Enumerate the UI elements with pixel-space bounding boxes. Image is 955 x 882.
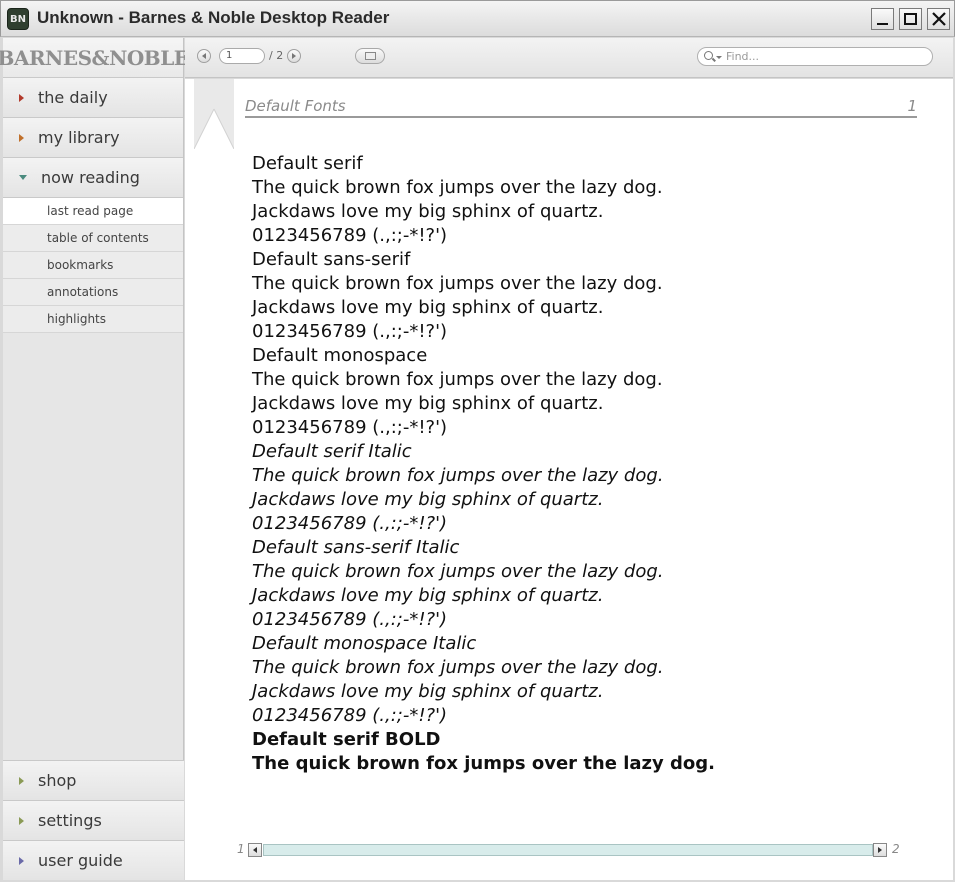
book-line-italic: Jackdaws love my big sphinx of quartz. [252, 585, 604, 606]
page-view-icon [364, 52, 376, 60]
book-line: Jackdaws love my big sphinx of quartz. [252, 201, 604, 222]
chevron-right-icon [19, 133, 24, 142]
book-line-italic: Default sans-serif Italic [252, 537, 460, 558]
book-line-italic: Jackdaws love my big sphinx of quartz. [252, 681, 604, 702]
book-line: Default serif [252, 153, 363, 174]
sidebar-item-shop[interactable]: shop [3, 760, 184, 800]
book-line-italic: Default monospace Italic [252, 633, 477, 654]
scrubber-end-label: 2 [892, 842, 900, 856]
book-text: Default serif The quick brown fox jumps … [252, 152, 892, 776]
sidebar-subitem-last-read-page[interactable]: last read page [3, 198, 183, 225]
brand-logo: BARNES&NOBLE [0, 38, 189, 78]
bookmark-ribbon-icon[interactable] [194, 79, 234, 149]
book-line-bold: Default serif BOLD [252, 729, 441, 750]
book-line-italic: 0123456789 (.,:;-*!?') [252, 609, 448, 630]
minimize-button[interactable] [871, 8, 894, 30]
sidebar-item-now-reading[interactable]: now reading [3, 158, 183, 198]
book-line-bold: The quick brown fox jumps over the lazy … [252, 753, 715, 774]
sidebar-bottom-nav: shop settings user guide [3, 760, 184, 880]
sidebar-subitem-bookmarks[interactable]: bookmarks [3, 252, 183, 279]
chevron-right-icon [19, 776, 24, 785]
page-header-number: 1 [907, 97, 917, 115]
page-total: / 2 [269, 49, 284, 62]
reading-pane[interactable]: Default Fonts 1 Default serif The quick … [185, 79, 953, 880]
title-bar: BN Unknown - Barnes & Noble Desktop Read… [0, 0, 955, 37]
book-line-italic: 0123456789 (.,:;-*!?') [252, 513, 448, 534]
book-line: The quick brown fox jumps over the lazy … [252, 177, 663, 198]
search-options-caret-icon[interactable] [716, 56, 722, 59]
chevron-right-icon [19, 816, 24, 825]
next-page-button[interactable] [287, 49, 301, 63]
book-line-italic: The quick brown fox jumps over the lazy … [252, 561, 664, 582]
sidebar-subitem-table-of-contents[interactable]: table of contents [3, 225, 183, 252]
sidebar-item-user-guide[interactable]: user guide [3, 840, 184, 880]
scrubber-start-label: 1 [237, 842, 245, 856]
sidebar-item-the-daily[interactable]: the daily [3, 78, 183, 118]
book-line-italic: The quick brown fox jumps over the lazy … [252, 657, 664, 678]
scrubber-track[interactable] [263, 844, 873, 856]
book-line-italic: Jackdaws love my big sphinx of quartz. [252, 489, 604, 510]
previous-page-button[interactable] [197, 49, 211, 63]
toolbar: 1 / 2 [185, 38, 953, 78]
book-line: Jackdaws love my big sphinx of quartz. [252, 297, 604, 318]
sidebar-item-label: shop [38, 771, 77, 790]
window-title: Unknown - Barnes & Noble Desktop Reader [37, 8, 390, 27]
search-input[interactable] [726, 49, 926, 64]
arrow-right-icon [292, 53, 296, 59]
sidebar-item-label: settings [38, 811, 102, 830]
book-line-italic: Default serif Italic [252, 441, 412, 462]
book-line: The quick brown fox jumps over the lazy … [252, 273, 663, 294]
sidebar-item-label: user guide [38, 851, 123, 870]
book-line: 0123456789 (.,:;-*!?') [252, 417, 448, 438]
chevron-right-icon [19, 93, 24, 102]
page-header-title: Default Fonts [245, 97, 346, 115]
scrubber-right-button[interactable] [873, 843, 887, 857]
sidebar-subitem-annotations[interactable]: annotations [3, 279, 183, 306]
page-header: Default Fonts 1 [245, 97, 917, 118]
book-line: 0123456789 (.,:;-*!?') [252, 225, 448, 246]
arrow-right-icon [878, 847, 882, 853]
book-line: Default sans-serif [252, 249, 411, 270]
page-number-input[interactable]: 1 [219, 48, 265, 64]
book-line: Default monospace [252, 345, 428, 366]
chevron-down-icon [19, 175, 27, 180]
maximize-button[interactable] [899, 8, 922, 30]
search-icon[interactable] [704, 51, 713, 60]
book-line: 0123456789 (.,:;-*!?') [252, 321, 448, 342]
sidebar-item-my-library[interactable]: my library [3, 118, 183, 158]
minimize-icon [877, 23, 888, 25]
book-line-italic: The quick brown fox jumps over the lazy … [252, 465, 664, 486]
chevron-right-icon [19, 856, 24, 865]
sidebar-item-settings[interactable]: settings [3, 800, 184, 840]
view-mode-button[interactable] [355, 48, 385, 64]
arrow-left-icon [202, 53, 206, 59]
arrow-left-icon [253, 847, 257, 853]
book-line-italic: 0123456789 (.,:;-*!?') [252, 705, 448, 726]
sidebar-item-label: the daily [38, 88, 108, 107]
close-button[interactable] [927, 8, 950, 30]
close-icon [931, 12, 946, 26]
search-box[interactable] [697, 47, 933, 66]
sidebar-item-label: now reading [41, 168, 140, 187]
sidebar-item-label: my library [38, 128, 120, 147]
maximize-icon [904, 13, 917, 25]
scrubber-left-button[interactable] [248, 843, 262, 857]
sidebar-subitem-highlights[interactable]: highlights [3, 306, 183, 333]
app-icon: BN [7, 8, 29, 30]
page-scrubber: 1 2 [237, 842, 903, 858]
book-line: The quick brown fox jumps over the lazy … [252, 369, 663, 390]
sidebar: BARNES&NOBLE the daily my library now re… [0, 38, 189, 880]
book-line: Jackdaws love my big sphinx of quartz. [252, 393, 604, 414]
